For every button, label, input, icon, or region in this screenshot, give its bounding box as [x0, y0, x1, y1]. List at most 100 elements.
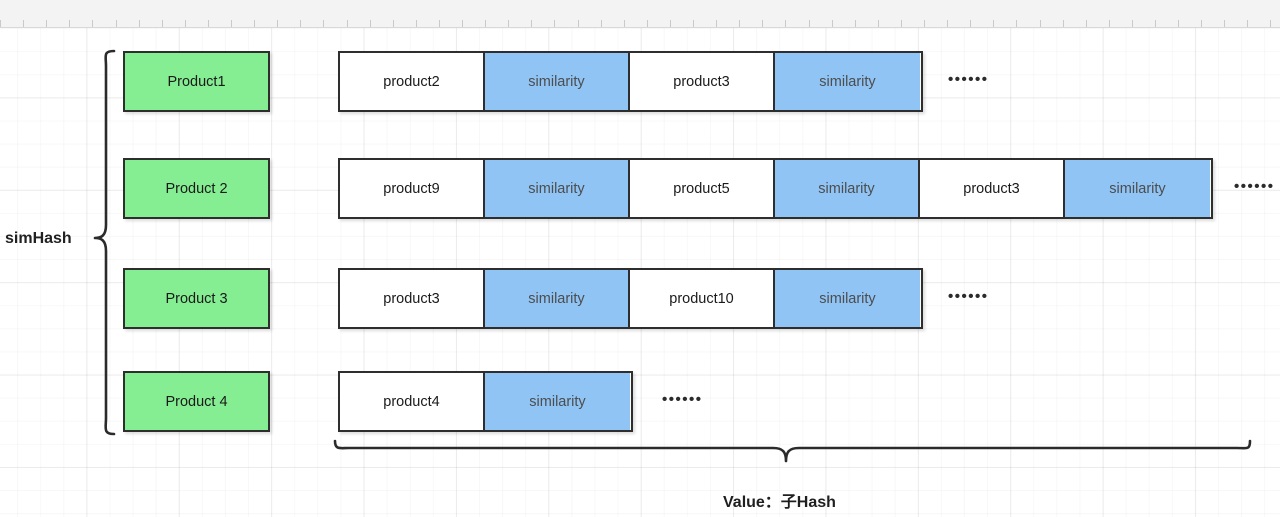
cell-label: product3: [383, 290, 440, 307]
key-box-product2[interactable]: Product 2: [123, 158, 270, 219]
bottom-curly-brace: [333, 439, 1252, 463]
ruler-tick: [716, 20, 717, 27]
ruler-tick: [601, 20, 602, 27]
ruler-tick: [647, 20, 648, 27]
key-cell[interactable]: product5: [630, 160, 775, 217]
key-box-label: Product 4: [165, 393, 228, 410]
ruler-tick: [901, 20, 902, 27]
row-2-ellipsis: ••••••: [1234, 178, 1275, 195]
cell-label: similarity: [528, 180, 585, 197]
row-4-ellipsis: ••••••: [662, 391, 703, 408]
left-curly-brace: [93, 49, 116, 436]
ruler-tick: [1086, 20, 1087, 27]
ruler-tick: [69, 20, 70, 27]
ruler-tick: [116, 20, 117, 27]
ruler-tick: [139, 20, 140, 27]
key-box-product3[interactable]: Product 3: [123, 268, 270, 329]
ruler-tick: [554, 20, 555, 27]
hash-row-2: product9 similarity product5 similarity prod…: [338, 158, 1213, 219]
ruler-tick: [1247, 20, 1248, 27]
value-cell[interactable]: similarity: [775, 53, 920, 110]
value-cell[interactable]: similarity: [1065, 160, 1210, 217]
ruler-tick: [1016, 20, 1017, 27]
row-3-ellipsis: ••••••: [948, 288, 989, 305]
ruler-tick: [393, 20, 394, 27]
value-cell[interactable]: similarity: [485, 270, 630, 327]
ruler-tick: [1109, 20, 1110, 27]
cell-label: similarity: [529, 393, 586, 410]
hash-row-4: product4 similarity: [338, 371, 633, 432]
ruler-tick: [162, 20, 163, 27]
simhash-label: simHash: [5, 230, 72, 247]
ruler-tick: [878, 20, 879, 27]
ruler-tick: [1224, 20, 1225, 27]
ruler-tick: [485, 20, 486, 27]
cell-label: similarity: [819, 290, 876, 307]
cell-label: similarity: [819, 73, 876, 90]
ruler-tick: [531, 20, 532, 27]
ruler-tick: [832, 20, 833, 27]
key-box-product1[interactable]: Product1: [123, 51, 270, 112]
ruler-tick: [739, 20, 740, 27]
key-box-product4[interactable]: Product 4: [123, 371, 270, 432]
top-ruler-bar: [0, 0, 1280, 28]
hash-row-3: product3 similarity product10 similarity: [338, 268, 923, 329]
ruler-tick: [993, 20, 994, 27]
bottom-value-label: Value：子Hash: [723, 494, 836, 511]
ruler-tick: [23, 20, 24, 27]
ruler-tick: [785, 20, 786, 27]
cell-label: similarity: [528, 73, 585, 90]
cell-label: product2: [383, 73, 440, 90]
key-box-label: Product 3: [165, 290, 228, 307]
key-cell[interactable]: product3: [340, 270, 485, 327]
key-cell[interactable]: product10: [630, 270, 775, 327]
ruler-tick: [300, 20, 301, 27]
ruler-tick: [439, 20, 440, 27]
ruler-tick: [208, 20, 209, 27]
cell-label: product3: [963, 180, 1020, 197]
cell-label: product5: [673, 180, 730, 197]
ruler-tick: [947, 20, 948, 27]
key-box-label: Product1: [167, 73, 226, 90]
ruler-tick: [624, 20, 625, 27]
ruler-tick: [323, 20, 324, 27]
ruler-tick: [46, 20, 47, 27]
key-cell[interactable]: product3: [630, 53, 775, 110]
ruler-tick: [347, 20, 348, 27]
diagram-canvas: Key 子Hash的Key 子Hash的Value simHash Value：…: [0, 0, 1280, 517]
ruler-tick: [1201, 20, 1202, 27]
cell-label: similarity: [1109, 180, 1166, 197]
ruler-tick: [92, 20, 93, 27]
ruler-tick: [1063, 20, 1064, 27]
key-cell[interactable]: product3: [920, 160, 1065, 217]
ruler-tick: [693, 20, 694, 27]
ruler-tick: [578, 20, 579, 27]
value-cell[interactable]: similarity: [775, 160, 920, 217]
ruler-tick: [809, 20, 810, 27]
cell-label: similarity: [818, 180, 875, 197]
value-cell[interactable]: similarity: [485, 373, 630, 430]
value-cell[interactable]: similarity: [485, 53, 630, 110]
ruler-tick: [924, 20, 925, 27]
ruler-tick: [1040, 20, 1041, 27]
ruler-tick: [970, 20, 971, 27]
ruler-tick: [508, 20, 509, 27]
value-cell[interactable]: similarity: [775, 270, 920, 327]
ruler-tick: [185, 20, 186, 27]
key-cell[interactable]: product9: [340, 160, 485, 217]
ruler-tick: [1155, 20, 1156, 27]
ruler-tick: [762, 20, 763, 27]
ruler-tick: [231, 20, 232, 27]
cell-label: product4: [383, 393, 440, 410]
key-cell[interactable]: product4: [340, 373, 485, 430]
key-cell[interactable]: product2: [340, 53, 485, 110]
key-box-label: Product 2: [165, 180, 228, 197]
ruler-tick: [277, 20, 278, 27]
ruler-tick: [855, 20, 856, 27]
ruler-tick: [254, 20, 255, 27]
value-cell[interactable]: similarity: [485, 160, 630, 217]
ruler-tick: [370, 20, 371, 27]
ruler-tick: [1178, 20, 1179, 27]
ruler-tick: [416, 20, 417, 27]
cell-label: product10: [669, 290, 734, 307]
